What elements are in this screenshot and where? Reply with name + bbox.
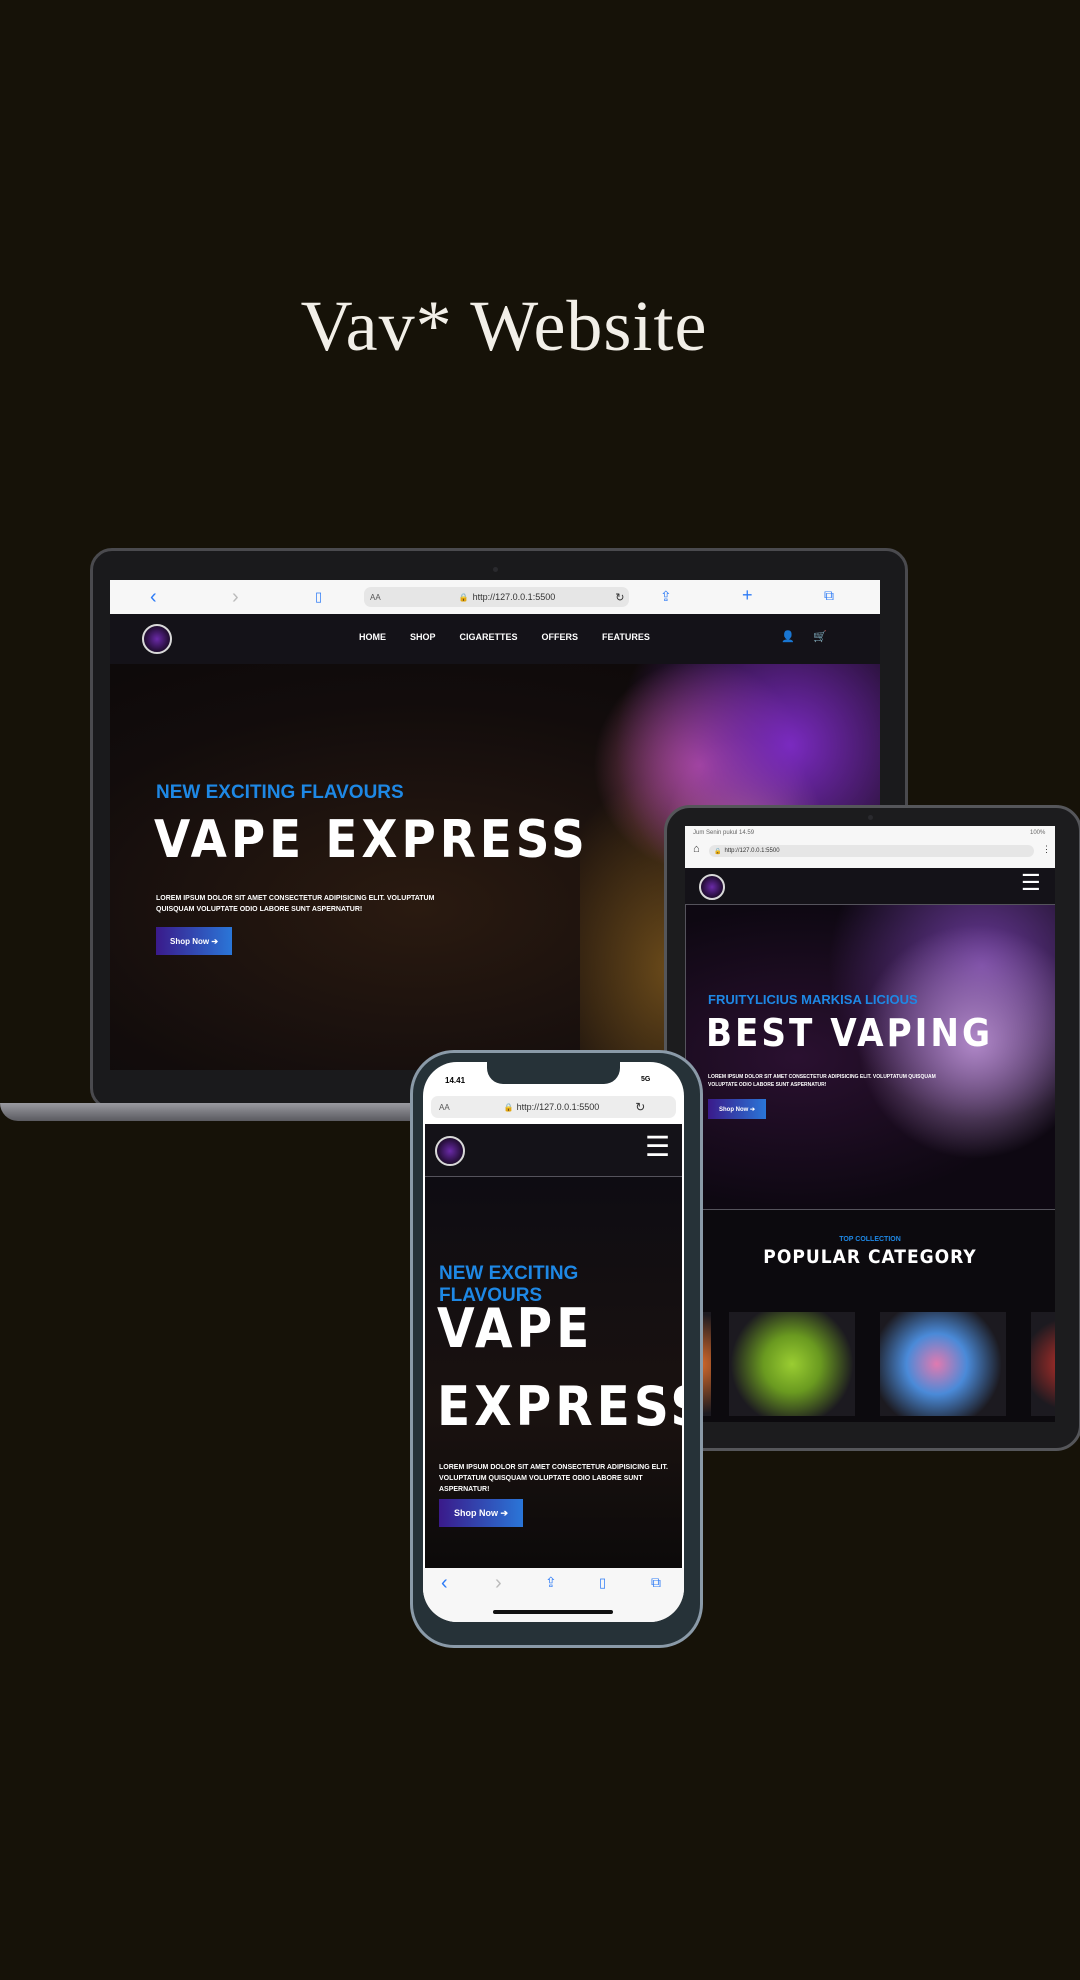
tabs-icon[interactable]: ⧉ bbox=[824, 587, 834, 604]
hero-body: LOREM IPSUM DOLOR SIT AMET CONSECTETUR A… bbox=[156, 895, 435, 913]
bookmarks-icon[interactable]: ▯ bbox=[315, 589, 322, 605]
phone-site-nav: ☰ bbox=[425, 1124, 682, 1177]
lock-icon: 🔒 bbox=[458, 592, 469, 602]
tablet-camera bbox=[868, 815, 873, 820]
laptop-site-nav: HOME SHOP CIGARETTES OFFERS FEATURES 👤 🛒 bbox=[110, 614, 880, 665]
back-icon[interactable]: ‹ bbox=[441, 1572, 448, 1595]
bookmarks-icon[interactable]: ▯ bbox=[599, 1575, 606, 1591]
text-size-button[interactable]: AA bbox=[370, 593, 381, 602]
tablet-more-icon[interactable]: ⋮ bbox=[1042, 844, 1051, 855]
back-icon[interactable]: ‹ bbox=[150, 586, 157, 609]
site-logo[interactable] bbox=[142, 624, 172, 654]
tablet-hero: FRUITYLICIUS MARKISA LICIOUS BEST VAPING… bbox=[685, 904, 1055, 1210]
site-logo[interactable] bbox=[699, 874, 725, 900]
hero-body: LOREM IPSUM DOLOR SIT AMET CONSECTETUR A… bbox=[708, 1074, 936, 1088]
tablet-url-text: http://127.0.0.1:5500 bbox=[724, 848, 780, 854]
tablet-screen: Jum Senin pukul 14.59 100% ⌂ 🔒 http://12… bbox=[685, 826, 1055, 1422]
product-card[interactable] bbox=[1031, 1312, 1055, 1416]
menu-icon[interactable]: ☰ bbox=[1021, 870, 1041, 896]
home-icon[interactable]: ⌂ bbox=[693, 843, 700, 855]
share-icon[interactable]: ⇪ bbox=[660, 588, 672, 605]
reload-icon[interactable]: ↻ bbox=[635, 1100, 645, 1114]
text-size-button[interactable]: AA bbox=[439, 1103, 450, 1112]
phone-network: 5G bbox=[641, 1076, 651, 1083]
laptop-url-field[interactable]: AA 🔒 http://127.0.0.1:5500 ↻ bbox=[364, 587, 629, 607]
tabs-icon[interactable]: ⧉ bbox=[651, 1574, 661, 1591]
phone-hero: NEW EXCITING FLAVOURS VAPE EXPRESS LOREM… bbox=[425, 1176, 684, 1569]
laptop-url-text: http://127.0.0.1:5500 bbox=[472, 592, 556, 602]
tablet-url-field[interactable]: 🔒 http://127.0.0.1:5500 bbox=[709, 845, 1034, 857]
collection-kicker: TOP COLLECTION bbox=[839, 1236, 901, 1243]
hero-headline: BEST VAPING bbox=[706, 1011, 994, 1055]
phone-status-time: 14.41 bbox=[445, 1076, 466, 1085]
shop-now-button[interactable]: Shop Now ➔ bbox=[708, 1099, 766, 1119]
nav-cigarettes[interactable]: CIGARETTES bbox=[460, 632, 518, 642]
hero-headline-line1: VAPE bbox=[437, 1297, 594, 1360]
hero-kicker: FRUITYLICIUS MARKISA LICIOUS bbox=[708, 992, 918, 1007]
share-icon[interactable]: ⇪ bbox=[545, 1574, 557, 1591]
page-title: Vav* Website bbox=[300, 286, 708, 366]
laptop-browser-toolbar: ‹ › ▯ AA 🔒 http://127.0.0.1:5500 ↻ ⇪ + ⧉ bbox=[110, 580, 880, 615]
site-logo[interactable] bbox=[435, 1136, 465, 1166]
shop-now-button[interactable]: Shop Now ➔ bbox=[439, 1499, 523, 1527]
home-indicator bbox=[493, 1610, 613, 1614]
product-card[interactable] bbox=[729, 1312, 855, 1416]
shop-now-button[interactable]: Shop Now ➔ bbox=[156, 927, 232, 955]
tablet-status-time: Jum Senin pukul 14.59 bbox=[693, 830, 755, 836]
laptop-camera bbox=[493, 567, 498, 572]
collection-title: POPULAR CATEGORY bbox=[763, 1246, 977, 1268]
forward-icon[interactable]: › bbox=[495, 1572, 502, 1595]
phone-url-text: http://127.0.0.1:5500 bbox=[516, 1102, 600, 1112]
nav-offers[interactable]: OFFERS bbox=[542, 632, 579, 642]
hero-body: LOREM IPSUM DOLOR SIT AMET CONSECTETUR A… bbox=[439, 1464, 668, 1493]
hero-headline: VAPE EXPRESS bbox=[154, 810, 589, 870]
hero-kicker: NEW EXCITING FLAVOURS bbox=[156, 782, 404, 803]
forward-icon[interactable]: › bbox=[232, 586, 239, 609]
nav-home[interactable]: HOME bbox=[359, 632, 386, 642]
user-icon[interactable]: 👤 bbox=[781, 630, 795, 643]
cart-icon[interactable]: 🛒 bbox=[813, 630, 827, 643]
lock-icon: 🔒 bbox=[714, 848, 722, 855]
lock-icon: 🔒 bbox=[503, 1102, 514, 1112]
nav-links: HOME SHOP CIGARETTES OFFERS FEATURES bbox=[359, 632, 650, 642]
tablet-site-nav: ☰ bbox=[685, 868, 1055, 905]
phone-screen: 14.41 5G AA 🔒 http://127.0.0.1:5500 ↻ ☰ … bbox=[423, 1062, 684, 1622]
phone-notch bbox=[487, 1062, 620, 1084]
nav-shop[interactable]: SHOP bbox=[410, 632, 436, 642]
new-tab-icon[interactable]: + bbox=[742, 585, 753, 606]
reload-icon[interactable]: ↻ bbox=[615, 591, 624, 604]
product-card[interactable] bbox=[880, 1312, 1006, 1416]
tablet-battery: 100% bbox=[1030, 830, 1046, 836]
tablet-browser-toolbar: Jum Senin pukul 14.59 100% ⌂ 🔒 http://12… bbox=[685, 826, 1055, 868]
menu-icon[interactable]: ☰ bbox=[645, 1130, 670, 1163]
nav-features[interactable]: FEATURES bbox=[602, 632, 650, 642]
phone-url-field[interactable]: AA 🔒 http://127.0.0.1:5500 ↻ bbox=[431, 1096, 676, 1118]
hero-headline-line2: EXPRESS bbox=[437, 1375, 684, 1438]
